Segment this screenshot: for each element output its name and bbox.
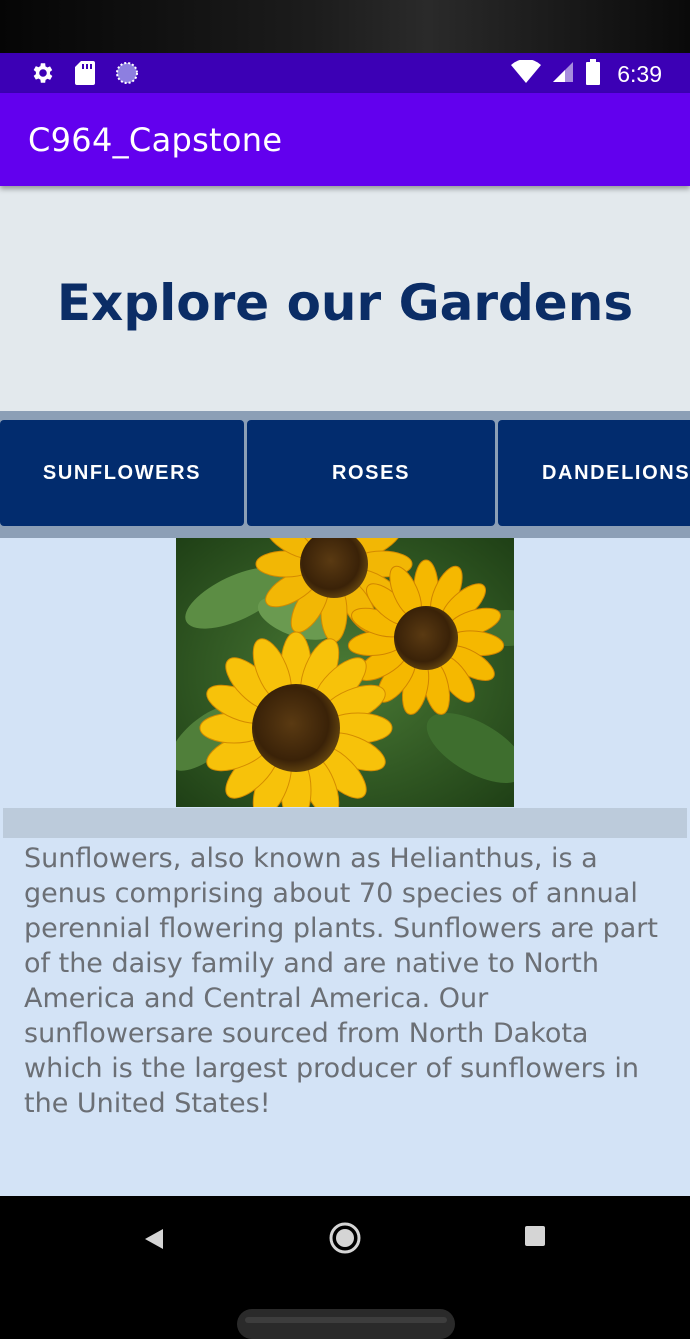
flower-description: Sunflowers, also known as Helianthus, is… bbox=[24, 843, 658, 1119]
hero-title: Explore our Gardens bbox=[56, 274, 634, 332]
wifi-icon bbox=[511, 59, 542, 89]
app-title: C964_Capstone bbox=[28, 121, 283, 159]
home-indicator-bar bbox=[245, 1317, 447, 1323]
category-tab-bar: SUNFLOWERS ROSES DANDELIONS bbox=[0, 420, 690, 528]
sync-circle-icon bbox=[114, 60, 140, 91]
device-bezel-top bbox=[0, 0, 690, 53]
gear-icon bbox=[30, 60, 56, 91]
status-clock: 6:39 bbox=[617, 61, 662, 87]
flower-detail-panel: Sunflowers, also known as Helianthus, is… bbox=[0, 538, 690, 1196]
recents-icon[interactable] bbox=[525, 1226, 545, 1246]
tab-dandelions[interactable]: DANDELIONS bbox=[498, 420, 690, 526]
app-bar: C964_Capstone bbox=[0, 93, 690, 186]
hero-banner: Explore our Gardens bbox=[0, 186, 690, 411]
device-home-indicator bbox=[237, 1309, 455, 1339]
tab-roses[interactable]: ROSES bbox=[247, 420, 495, 526]
content-area: Explore our Gardens SUNFLOWERS ROSES DAN… bbox=[0, 186, 690, 1196]
divider bbox=[0, 411, 690, 420]
battery-icon bbox=[585, 59, 601, 90]
sd-card-icon bbox=[74, 60, 96, 91]
back-icon[interactable] bbox=[143, 1227, 165, 1256]
tab-label: SUNFLOWERS bbox=[42, 461, 202, 484]
divider bbox=[0, 528, 690, 538]
tab-sunflowers[interactable]: SUNFLOWERS bbox=[0, 420, 244, 526]
tab-label: ROSES bbox=[331, 461, 411, 484]
home-icon[interactable] bbox=[328, 1221, 362, 1260]
cell-signal-icon bbox=[551, 60, 575, 89]
image-caption-bar bbox=[3, 808, 687, 838]
system-nav-bar bbox=[0, 1196, 690, 1339]
status-bar: 6:39 bbox=[0, 53, 690, 93]
tab-label: DANDELIONS bbox=[542, 461, 690, 484]
sunflowers-photo bbox=[176, 538, 514, 807]
